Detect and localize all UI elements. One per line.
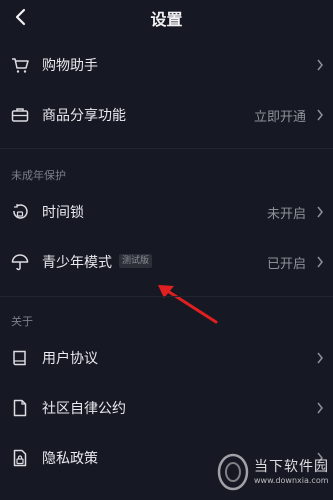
document-icon [13,399,27,417]
chevron-right-icon [317,402,323,414]
umbrella-icon [11,254,29,271]
user-agreement-label: 用户协议 [42,351,98,367]
youth-mode-status: 已开启 [266,256,306,272]
time-lock-label: 时间锁 [42,205,84,221]
minor-protection-section-title: 未成年保护 [11,169,66,182]
watermark-brand: 当下软件园 [254,459,329,475]
about-section-title: 关于 [11,315,33,328]
privacy-policy-label: 隐私政策 [42,451,98,467]
community-rules-item[interactable]: 社区自律公约 [0,383,333,433]
watermark-url: www.downxia.com [254,476,329,485]
back-button[interactable] [10,6,30,28]
product-share-item[interactable]: 商品分享功能 立即开通 [0,90,333,140]
time-lock-status: 未开启 [266,206,306,222]
chevron-right-icon [317,206,323,218]
privacy-lock-icon [13,449,27,467]
top-bar: 设置 [0,0,333,36]
book-icon [13,350,26,366]
page-title: 设置 [150,10,183,29]
time-lock-icon [13,204,28,219]
shopping-assistant-label: 购物助手 [42,58,98,74]
chevron-right-icon [317,352,323,364]
watermark-logo-icon [217,453,249,491]
back-arrow-icon [15,8,26,26]
section-divider [0,296,333,297]
briefcase-icon [11,108,29,122]
shopping-assistant-item[interactable]: 购物助手 [0,40,333,90]
chevron-right-icon [317,109,323,121]
product-share-label: 商品分享功能 [42,108,126,124]
chevron-right-icon [317,59,323,71]
shopping-cart-icon [12,58,29,73]
site-watermark: 当下软件园 www.downxia.com [216,450,330,496]
time-lock-item[interactable]: 时间锁 未开启 [0,187,333,237]
community-rules-label: 社区自律公约 [42,401,126,417]
beta-badge: 测试版 [119,254,153,268]
youth-mode-label: 青少年模式 [42,255,112,271]
product-share-status: 立即开通 [253,109,306,125]
section-divider [0,148,333,149]
chevron-right-icon [317,256,323,268]
annotation-arrow-icon [158,285,218,324]
user-agreement-item[interactable]: 用户协议 [0,333,333,383]
